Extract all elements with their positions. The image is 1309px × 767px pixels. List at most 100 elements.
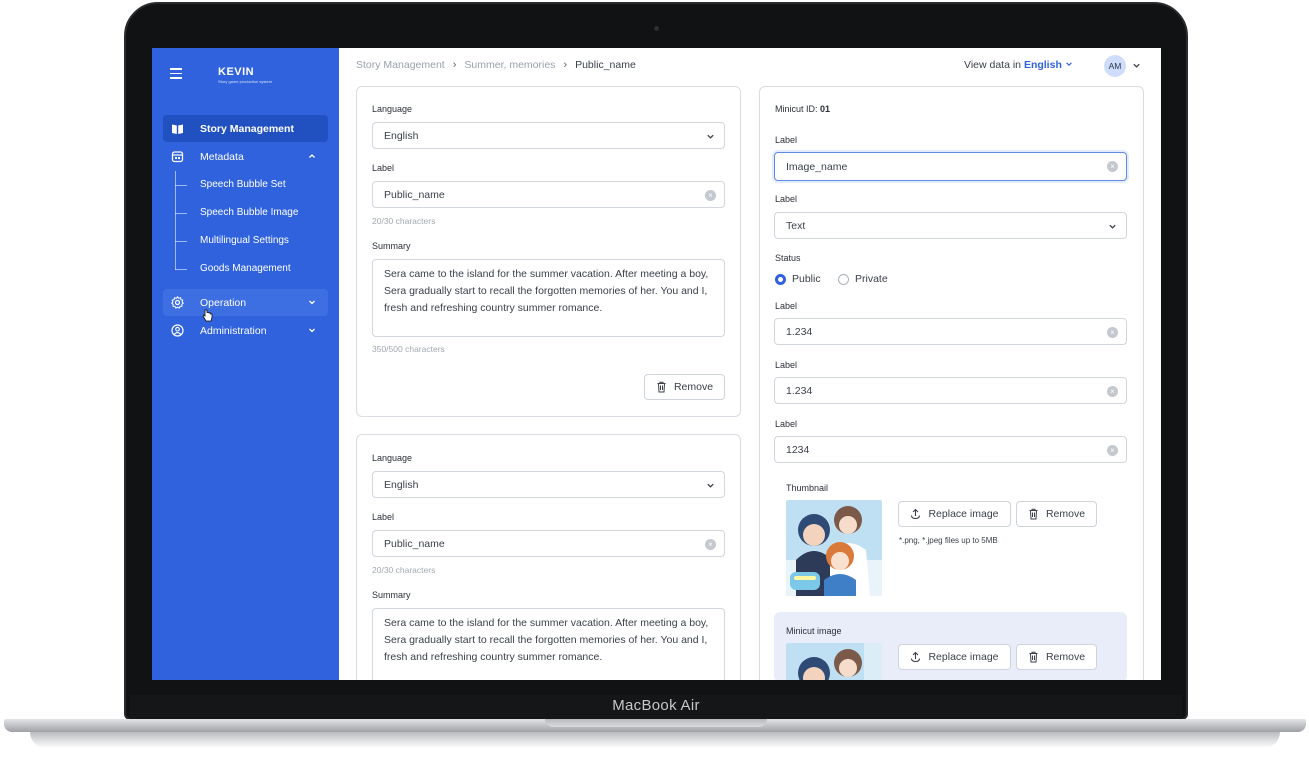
file-hint: *.png, *.jpeg files up to 5MB <box>899 536 998 545</box>
clear-icon[interactable]: × <box>1107 386 1118 397</box>
image-name-value: Image_name <box>786 160 848 173</box>
summary-label: Summary <box>372 590 411 600</box>
numeric-input[interactable]: 1234 × <box>774 436 1127 463</box>
calendar-icon <box>170 150 184 164</box>
chevron-down-icon[interactable] <box>1132 61 1141 70</box>
clear-icon[interactable]: × <box>1107 161 1118 172</box>
clear-icon[interactable]: × <box>705 190 716 201</box>
breadcrumb: Story Management › Summer, memories › Pu… <box>356 59 636 71</box>
sidebar-subitem-speech-bubble-image[interactable]: Speech Bubble Image <box>200 207 298 218</box>
sidebar-item-operation[interactable]: Operation <box>163 289 328 316</box>
label-char-count: 20/30 characters <box>372 565 436 575</box>
radio-label: Private <box>855 273 888 285</box>
language-select[interactable]: English <box>372 122 725 149</box>
status-label: Status <box>775 253 801 263</box>
numeric-input-value: 1234 <box>786 443 810 456</box>
chevron-down-icon <box>707 483 714 488</box>
remove-thumbnail-button[interactable]: Remove <box>1016 501 1097 527</box>
status-radio-private[interactable]: Private <box>838 273 888 285</box>
sidebar-item-label: Administration <box>200 324 267 337</box>
clear-icon[interactable]: × <box>1107 445 1118 456</box>
type-select[interactable]: Text <box>774 212 1127 239</box>
field-label: Label <box>775 301 798 311</box>
minicut-id: Minicut ID: 01 <box>775 104 830 114</box>
minicut-image-label: Minicut image <box>786 626 842 636</box>
numeric-input-value: 1.234 <box>786 325 813 338</box>
chevron-up-icon <box>309 154 315 158</box>
sidebar-subitem-speech-bubble-set[interactable]: Speech Bubble Set <box>200 179 286 190</box>
user-circle-icon <box>170 324 184 338</box>
chevron-down-icon <box>1065 62 1072 66</box>
view-data-selector[interactable]: View data in English <box>964 59 1073 71</box>
label-input-value: Public_name <box>384 537 445 550</box>
tree-branch <box>175 213 187 214</box>
replace-minicut-button[interactable]: Replace image <box>898 644 1011 670</box>
remove-button-label: Remove <box>1045 508 1086 520</box>
avatar[interactable]: AM <box>1104 55 1126 77</box>
sidebar-item-administration[interactable]: Administration <box>163 317 328 344</box>
replace-image-label: Replace image <box>928 651 999 663</box>
language-label: Language <box>372 104 413 114</box>
breadcrumb-item[interactable]: Summer, memories <box>464 59 555 71</box>
view-data-label: View data in <box>964 59 1022 71</box>
language-select-value: English <box>384 478 419 491</box>
summary-textarea[interactable]: Sera came to the island for the summer v… <box>372 608 725 680</box>
label-field-label: Label <box>372 163 395 173</box>
numeric-input[interactable]: 1.234 × <box>774 318 1127 345</box>
remove-button[interactable]: Remove <box>644 374 725 400</box>
tree-branch <box>175 269 187 270</box>
upload-icon <box>911 508 921 520</box>
sidebar-subitem-multilingual-settings[interactable]: Multilingual Settings <box>200 235 289 246</box>
logo-title: KEVIN <box>218 66 255 78</box>
language-select[interactable]: English <box>372 471 725 498</box>
logo[interactable]: KEVIN Story game production system <box>218 66 272 84</box>
radio-label: Public <box>792 273 821 285</box>
screen: KEVIN Story game production system Story… <box>152 48 1161 680</box>
field-label: Label <box>775 360 798 370</box>
summary-textarea[interactable]: Sera came to the island for the summer v… <box>372 259 725 337</box>
replace-image-label: Replace image <box>928 508 999 520</box>
sidebar-item-label: Metadata <box>200 150 244 163</box>
image-name-input[interactable]: Image_name × <box>774 152 1127 181</box>
field-label: Label <box>775 419 798 429</box>
language-label: Language <box>372 453 413 463</box>
clear-icon[interactable]: × <box>705 539 716 550</box>
replace-image-button[interactable]: Replace image <box>898 501 1011 527</box>
language-select-value: English <box>384 129 419 142</box>
sidebar-item-metadata[interactable]: Metadata <box>163 143 328 170</box>
breadcrumb-item[interactable]: Story Management <box>356 59 445 71</box>
image-name-label: Label <box>775 135 798 145</box>
sidebar-item-label: Operation <box>200 296 247 309</box>
logo-subtitle: Story game production system <box>218 79 273 84</box>
numeric-input[interactable]: 1.234 × <box>774 377 1127 404</box>
sidebar-item-story-management[interactable]: Story Management <box>163 115 328 142</box>
remove-button-label: Remove <box>1045 651 1086 663</box>
chevron-right-icon: › <box>452 59 457 71</box>
trash-icon <box>657 381 666 393</box>
menu-icon[interactable] <box>170 68 182 79</box>
sidebar-subitem-goods-management[interactable]: Goods Management <box>200 263 291 274</box>
radio-selected <box>775 273 786 285</box>
radio-unselected <box>838 273 849 285</box>
minicut-id-label: Minicut ID: <box>775 104 818 114</box>
remove-minicut-button[interactable]: Remove <box>1016 644 1097 670</box>
status-radio-public[interactable]: Public <box>775 273 821 285</box>
type-label: Label <box>775 194 798 204</box>
label-input-value: Public_name <box>384 188 445 201</box>
camera <box>654 26 659 31</box>
chevron-right-icon: › <box>563 59 568 71</box>
label-char-count: 20/30 characters <box>372 216 436 226</box>
label-field-label: Label <box>372 512 395 522</box>
breadcrumb-current: Public_name <box>575 59 636 71</box>
gear-icon <box>170 296 184 310</box>
view-data-language: English <box>1023 59 1062 71</box>
tree-branch <box>175 185 187 186</box>
thumbnail-label: Thumbnail <box>786 483 829 493</box>
label-input[interactable]: Public_name × <box>372 181 725 208</box>
laptop-notch <box>545 719 767 727</box>
label-input[interactable]: Public_name × <box>372 530 725 557</box>
clear-icon[interactable]: × <box>1107 327 1118 338</box>
trash-icon <box>1029 508 1038 520</box>
chevron-down-icon <box>1109 224 1116 229</box>
type-select-value: Text <box>786 219 806 232</box>
